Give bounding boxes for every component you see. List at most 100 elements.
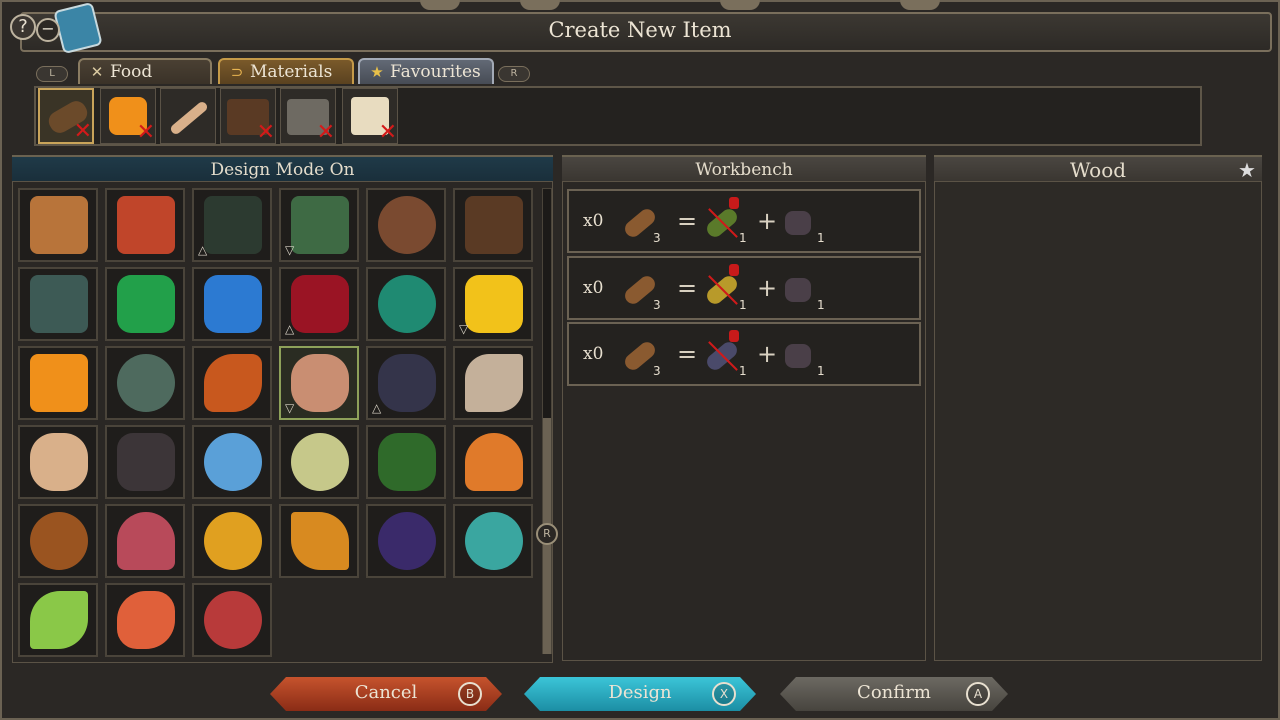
coal-icon xyxy=(781,334,817,378)
input-count: 3 xyxy=(653,231,661,245)
input-count: 3 xyxy=(653,364,661,378)
material-slot-leather[interactable] xyxy=(453,188,533,262)
material-slot-claw[interactable] xyxy=(453,346,533,420)
material-slot-coal[interactable] xyxy=(105,425,185,499)
output-count: 1 xyxy=(817,364,825,378)
citrine-icon xyxy=(465,275,523,333)
remove-favourite-icon[interactable]: ✕ xyxy=(257,122,275,144)
material-slot-crescent-bone[interactable] xyxy=(105,346,185,420)
favourite-slot-bone[interactable] xyxy=(160,88,216,144)
material-slot-jade[interactable] xyxy=(366,267,446,341)
limb-bone-icon xyxy=(291,354,349,412)
material-slot-mushroom[interactable] xyxy=(453,425,533,499)
recipe-quantity: x0 xyxy=(583,211,604,231)
material-slot-limb-bone[interactable]: ▽ xyxy=(279,346,359,420)
leek-icon xyxy=(30,591,88,649)
bone-icon xyxy=(30,433,88,491)
coal-icon xyxy=(781,268,817,312)
top-ornament xyxy=(900,0,940,10)
material-slot-citrine[interactable]: ▽ xyxy=(453,267,533,341)
collapse-button[interactable]: − xyxy=(36,18,60,42)
material-slot-fur[interactable] xyxy=(366,188,446,262)
sapphire-icon xyxy=(204,275,262,333)
help-button[interactable]: ? xyxy=(10,14,36,40)
material-slot-acorn[interactable] xyxy=(18,504,98,578)
meat-icon xyxy=(204,591,262,649)
cancel-key-icon: B xyxy=(458,682,482,706)
material-slot-egg[interactable] xyxy=(279,425,359,499)
tier-icon: △ xyxy=(198,243,208,257)
material-slot-berries[interactable] xyxy=(366,504,446,578)
tab-food[interactable]: ✕ Food xyxy=(78,58,212,84)
wood-log-icon xyxy=(621,334,659,378)
tier-icon: ▽ xyxy=(459,322,469,336)
material-slot-dark-bone[interactable]: △ xyxy=(366,346,446,420)
hide-icon xyxy=(30,196,88,254)
recipe-row[interactable]: x0 3 = 1 + 1 xyxy=(567,256,921,320)
material-slot-emerald[interactable] xyxy=(105,267,185,341)
material-slot-crystal[interactable] xyxy=(18,267,98,341)
favourite-slot-cloth[interactable]: ✕ xyxy=(342,88,398,144)
tab-next-key[interactable]: R xyxy=(498,66,530,82)
amber-log-icon xyxy=(703,264,741,312)
scroll-key[interactable]: R xyxy=(536,523,558,545)
star-icon: ★ xyxy=(370,63,384,81)
material-slot-meat[interactable] xyxy=(192,583,272,657)
scales-icon xyxy=(117,196,175,254)
plus-sign: + xyxy=(757,207,778,235)
material-slot-horn[interactable] xyxy=(192,346,272,420)
amber-icon xyxy=(30,354,88,412)
material-slot-dark-hide[interactable]: △ xyxy=(192,188,272,262)
material-slot-ruby[interactable]: △ xyxy=(279,267,359,341)
favourite-slot-leather[interactable]: ✕ xyxy=(220,88,276,144)
material-slot-glow-crystal[interactable] xyxy=(192,425,272,499)
tab-favourites-label: Favourites xyxy=(390,62,481,82)
material-slot-fish[interactable] xyxy=(105,583,185,657)
tab-prev-key[interactable]: L xyxy=(36,66,68,82)
remove-favourite-icon[interactable]: ✕ xyxy=(74,121,92,143)
material-slot-bone[interactable] xyxy=(18,425,98,499)
output-count: 1 xyxy=(739,231,747,245)
wood-log-icon xyxy=(621,268,659,312)
workbench-panel xyxy=(562,181,926,661)
workbench-heading: Workbench xyxy=(562,155,926,181)
coal-icon xyxy=(117,433,175,491)
clover-icon xyxy=(465,512,523,570)
recipe-quantity: x0 xyxy=(583,344,604,364)
tab-materials[interactable]: ⊃ Materials xyxy=(218,58,354,84)
material-slot-scales[interactable] xyxy=(105,188,185,262)
favourite-slot-wood[interactable]: ✕ xyxy=(38,88,94,144)
tier-icon: △ xyxy=(285,322,295,336)
material-slot-green-scale[interactable]: ▽ xyxy=(279,188,359,262)
material-slot-herb[interactable] xyxy=(366,425,446,499)
material-slot-clover[interactable] xyxy=(453,504,533,578)
material-slot-hide[interactable] xyxy=(18,188,98,262)
plus-sign: + xyxy=(757,274,778,302)
crystal-icon xyxy=(30,275,88,333)
material-slot-wheat[interactable] xyxy=(279,504,359,578)
glow-crystal-icon xyxy=(204,433,262,491)
mossy-log-icon xyxy=(703,197,741,245)
favourite-star-icon[interactable]: ★ xyxy=(1238,158,1256,182)
material-slot-leek[interactable] xyxy=(18,583,98,657)
tier-icon: △ xyxy=(372,401,382,415)
remove-favourite-icon[interactable]: ✕ xyxy=(379,122,397,144)
page-title: Create New Item xyxy=(548,18,732,42)
material-slot-amber[interactable] xyxy=(18,346,98,420)
favourite-slot-amber[interactable]: ✕ xyxy=(100,88,156,144)
favourite-slot-stone[interactable]: ✕ xyxy=(280,88,336,144)
recipe-quantity: x0 xyxy=(583,278,604,298)
remove-favourite-icon[interactable]: ✕ xyxy=(137,122,155,144)
material-slot-potion[interactable] xyxy=(192,504,272,578)
egg-icon xyxy=(291,433,349,491)
coal-icon xyxy=(781,201,817,245)
input-count: 3 xyxy=(653,298,661,312)
tab-favourites[interactable]: ★ Favourites xyxy=(358,58,494,84)
dark-log-icon xyxy=(703,330,741,378)
material-slot-powder[interactable] xyxy=(105,504,185,578)
material-slot-sapphire[interactable] xyxy=(192,267,272,341)
recipe-row[interactable]: x0 3 = 1 + 1 xyxy=(567,189,921,253)
herb-icon xyxy=(378,433,436,491)
remove-favourite-icon[interactable]: ✕ xyxy=(317,122,335,144)
recipe-row[interactable]: x0 3 = 1 + 1 xyxy=(567,322,921,386)
